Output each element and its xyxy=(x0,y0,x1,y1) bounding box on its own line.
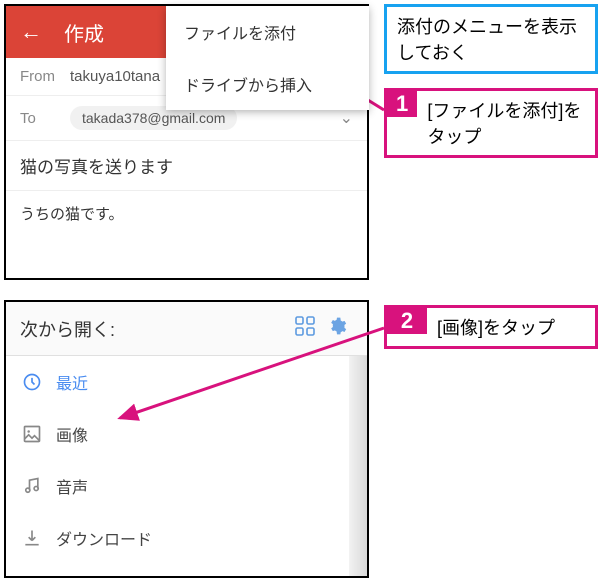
callout-step1: 1 [ファイルを添付]をタップ xyxy=(384,88,598,158)
clock-icon xyxy=(22,372,56,392)
picker-panel: 次から開く: 最近 画像 音声 xyxy=(4,300,369,578)
callout-step2-num: 2 xyxy=(387,308,427,334)
chevron-down-icon[interactable]: ⌄ xyxy=(340,108,353,128)
picker-images-label: 画像 xyxy=(56,422,88,446)
callout-step1-num: 1 xyxy=(387,91,417,117)
to-label: To xyxy=(20,110,70,127)
compose-title: 作成 xyxy=(64,18,104,47)
picker-audio-label: 音声 xyxy=(56,474,88,498)
callout-step2: 2 [画像]をタップ xyxy=(384,305,598,349)
shadow-strip xyxy=(349,356,367,576)
body-field[interactable]: うちの猫です。 xyxy=(6,191,367,236)
picker-title: 次から開く: xyxy=(20,316,289,342)
image-icon xyxy=(22,424,56,444)
audio-icon xyxy=(22,476,56,496)
callout-step1-text: [ファイルを添付]をタップ xyxy=(417,91,595,155)
menu-attach-file[interactable]: ファイルを添付 xyxy=(166,6,369,58)
grid-view-icon[interactable] xyxy=(289,316,321,341)
picker-download-label: ダウンロード xyxy=(56,526,152,550)
picker-audio[interactable]: 音声 xyxy=(6,460,367,512)
picker-drive[interactable]: ドライブ xyxy=(6,564,367,578)
attach-menu: ファイルを添付 ドライブから挿入 xyxy=(166,6,369,110)
picker-download[interactable]: ダウンロード xyxy=(6,512,367,564)
picker-header: 次から開く: xyxy=(6,302,367,356)
callout-step2-text: [画像]をタップ xyxy=(427,308,565,346)
back-arrow-icon[interactable]: ← xyxy=(20,19,42,45)
menu-insert-drive[interactable]: ドライブから挿入 xyxy=(166,58,369,110)
picker-recent[interactable]: 最近 xyxy=(6,356,367,408)
picker-list: 最近 画像 音声 ダウンロード ドライブ takada378@gmai xyxy=(6,356,367,578)
from-label: From xyxy=(20,68,70,85)
picker-images[interactable]: 画像 xyxy=(6,408,367,460)
callout-note: 添付のメニューを表示しておく xyxy=(384,4,598,74)
gear-icon[interactable] xyxy=(321,316,353,341)
download-icon xyxy=(22,528,56,548)
compose-panel: ← 作成 From takuya10tana To takada378@gmai… xyxy=(4,4,369,280)
subject-field[interactable]: 猫の写真を送ります xyxy=(6,141,367,191)
picker-recent-label: 最近 xyxy=(56,370,88,394)
callout-note-text: 添付のメニューを表示しておく xyxy=(397,17,577,63)
